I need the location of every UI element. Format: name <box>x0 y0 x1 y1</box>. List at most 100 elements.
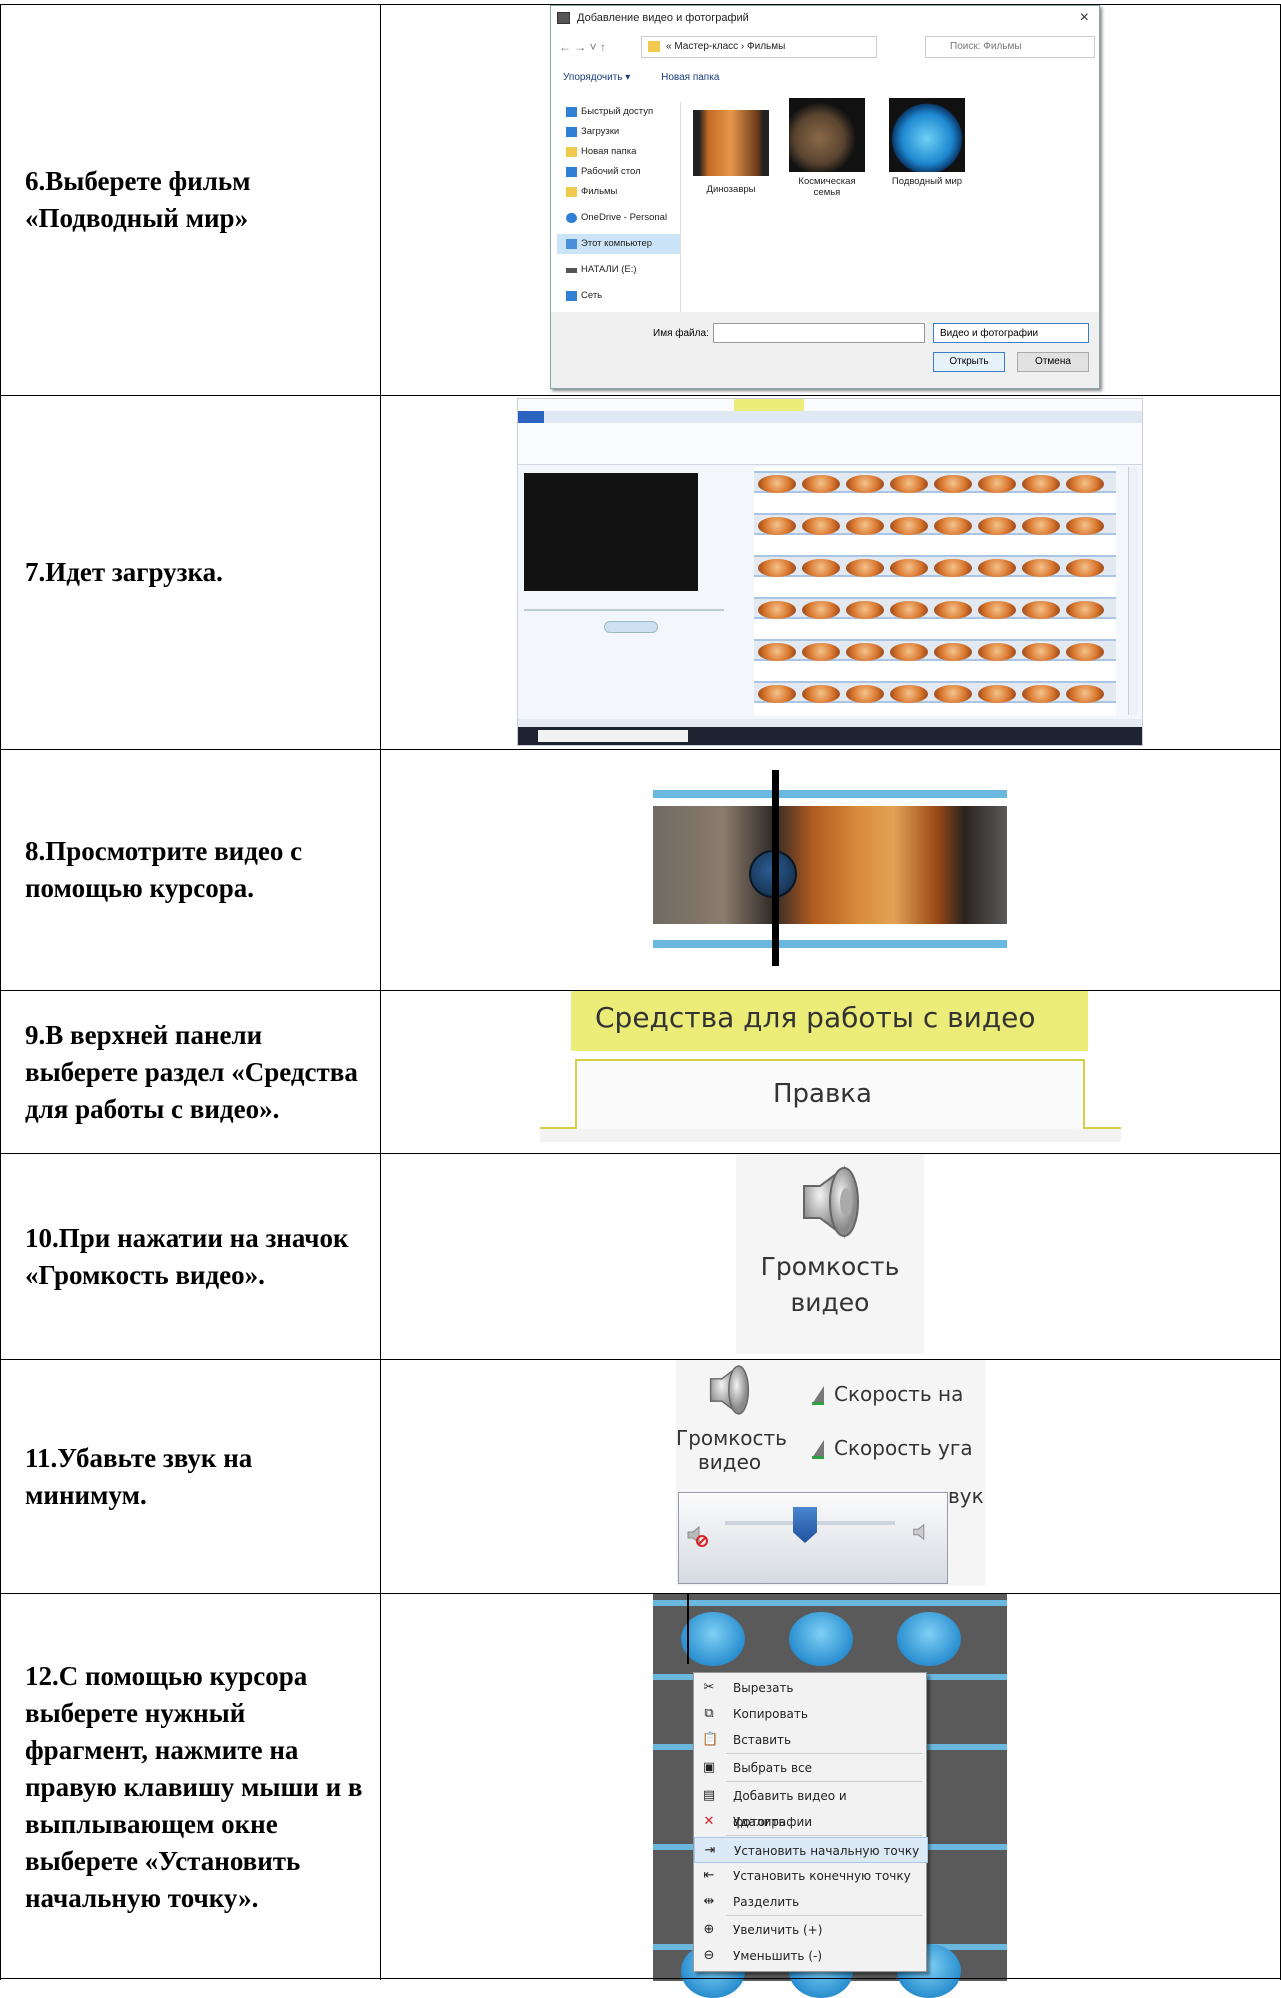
sidebar-item-films[interactable]: Фильмы <box>557 182 680 202</box>
clip-band <box>653 1600 1007 1606</box>
taskbar-search[interactable] <box>538 730 688 742</box>
sidebar-item-this-pc[interactable]: Этот компьютер <box>557 234 680 254</box>
set-start-icon: ⇥ <box>704 1843 716 1858</box>
step-text-cell: 11.Убавьте звук на минимум. <box>0 1360 381 1593</box>
video-thumbnail <box>889 98 965 172</box>
file-thumb-dinosaurs[interactable]: Динозавры <box>693 106 769 195</box>
organize-button[interactable]: Упорядочить ▾ <box>563 72 630 83</box>
step-text-cell: 6.Выберете фильм «Подводный мир» <box>0 5 381 395</box>
menu-item-set-start-point[interactable]: ⇥ Установить начальную точку <box>694 1837 928 1863</box>
menu-item-cut[interactable]: ✂ Вырезать <box>694 1675 928 1701</box>
menu-separator <box>726 1753 922 1754</box>
dialog-toolbar: Упорядочить ▾ Новая папка <box>563 72 747 83</box>
menu-separator <box>726 1835 922 1836</box>
storyboard <box>754 467 1116 715</box>
clip-strip[interactable] <box>754 471 1116 493</box>
video-thumbnail <box>789 98 865 172</box>
step-7-text: 7.Идет загрузка. <box>25 557 223 587</box>
step-9-text: 9.В верхней панели выберете раздел «Сред… <box>25 1019 358 1124</box>
search-input[interactable]: Поиск: Фильмы <box>925 36 1095 58</box>
ribbon-tabs <box>518 411 1142 423</box>
screenshot-cell: Громкость видео Скорость на Скорость уга… <box>381 1360 1281 1593</box>
filetype-select[interactable]: Видео и фотографии <box>933 323 1089 343</box>
filename-input[interactable] <box>713 323 925 343</box>
seek-bar[interactable] <box>524 609 724 611</box>
row-step-6: 6.Выберете фильм «Подводный мир» Добавле… <box>0 4 1281 395</box>
video-volume-button[interactable]: Громкость видео <box>736 1154 924 1354</box>
address-bar[interactable]: « Мастер-класс › Фильмы <box>641 36 877 58</box>
speed-fade-out-label[interactable]: Скорость уга <box>834 1436 973 1460</box>
menu-item-split[interactable]: ⇹ Разделить <box>694 1889 928 1915</box>
copy-icon: ⧉ <box>704 1706 714 1721</box>
partial-label: вук <box>948 1484 984 1508</box>
playback-controls[interactable] <box>604 621 658 633</box>
step-10-text: 10.При нажатии на значок «Громкость виде… <box>25 1222 349 1290</box>
video-preview <box>524 473 698 591</box>
folder-icon <box>648 41 660 52</box>
menu-separator <box>726 1781 922 1782</box>
clip-strip[interactable] <box>754 681 1116 703</box>
speed-fade-out-icon <box>812 1440 824 1459</box>
clip-frame <box>681 1612 745 1666</box>
step-11-text: 11.Убавьте звук на минимум. <box>25 1442 253 1510</box>
set-end-icon: ⇤ <box>703 1868 715 1883</box>
menu-separator <box>726 1915 922 1916</box>
clip-strip[interactable] <box>754 513 1116 535</box>
video-tools-tab[interactable] <box>734 399 804 411</box>
add-media-dialog: Добавление видео и фотографий × ← → ˅ ↑ … <box>550 5 1100 389</box>
menu-item-set-end-point[interactable]: ⇤ Установить конечную точку <box>694 1863 928 1889</box>
menu-item-select-all[interactable]: ▣ Выбрать все <box>694 1755 928 1781</box>
close-button[interactable]: × <box>1080 9 1089 27</box>
menu-item-add-media[interactable]: ▤ Добавить видео и фотографии <box>694 1783 928 1830</box>
video-tools-text: Средства для работы с видео <box>595 1001 1036 1034</box>
nav-arrows[interactable]: ← → ˅ ↑ <box>559 40 606 54</box>
download-icon <box>566 127 577 137</box>
step-text-cell: 12.С помощью курсора выберете нужный фра… <box>0 1594 381 1980</box>
add-media-icon: ▤ <box>702 1788 716 1803</box>
step-12-text: 12.С помощью курсора выберете нужный фра… <box>25 1660 363 1913</box>
open-button[interactable]: Открыть <box>933 352 1005 372</box>
screenshot-cell: Средства для работы с видео Правка <box>381 991 1281 1153</box>
paste-icon: 📋 <box>702 1732 719 1747</box>
sidebar-item-drive-e[interactable]: НАТАЛИ (E:) <box>557 260 680 280</box>
step-text-cell: 8.Просмотрите видео с помощью курсора. <box>0 750 381 990</box>
sidebar-item-desktop[interactable]: Рабочий стол <box>557 162 680 182</box>
cancel-button[interactable]: Отмена <box>1017 352 1089 372</box>
tab-edit[interactable]: Правка <box>575 1059 1085 1131</box>
dialog-title-bar: Добавление видео и фотографий × <box>551 6 1099 32</box>
file-tab[interactable] <box>518 411 544 423</box>
menu-item-delete[interactable]: ✕ Удалить <box>694 1809 928 1835</box>
vertical-scrollbar[interactable] <box>1128 467 1138 715</box>
speaker-icon[interactable] <box>698 1362 754 1418</box>
clip-strip[interactable] <box>754 639 1116 661</box>
video-clip-preview[interactable] <box>653 750 1007 966</box>
sidebar-item-network[interactable]: Сеть <box>557 286 680 306</box>
volume-label-line1: Громкость <box>760 1252 900 1281</box>
sidebar-item-downloads[interactable]: Загрузки <box>557 122 680 142</box>
desktop-icon <box>566 167 577 177</box>
menu-item-zoom-out[interactable]: ⊖ Уменьшить (-) <box>694 1943 928 1969</box>
sidebar-item-new-folder[interactable]: Новая папка <box>557 142 680 162</box>
playhead-line[interactable] <box>687 1594 689 1664</box>
video-tools-label[interactable]: Средства для работы с видео <box>571 991 1088 1051</box>
scissors-icon: ✂ <box>703 1680 715 1695</box>
file-thumb-underwater-world[interactable]: Подводный мир <box>889 98 965 187</box>
dialog-footer: Имя файла: Видео и фотографии Открыть От… <box>551 312 1099 388</box>
sidebar-item-onedrive[interactable]: OneDrive - Personal <box>557 208 680 228</box>
volume-slider-thumb[interactable] <box>793 1507 817 1543</box>
playhead-line[interactable] <box>772 770 779 966</box>
clip-strip[interactable] <box>754 597 1116 619</box>
file-thumb-space-family[interactable]: Космическая семья <box>789 98 865 198</box>
menu-item-zoom-in[interactable]: ⊕ Увеличить (+) <box>694 1917 928 1943</box>
screenshot-cell: Добавление видео и фотографий × ← → ˅ ↑ … <box>381 5 1281 395</box>
menu-item-copy[interactable]: ⧉ Копировать <box>694 1701 928 1727</box>
sidebar-item-quick-access[interactable]: Быстрый доступ <box>557 102 680 122</box>
delete-icon: ✕ <box>703 1814 715 1829</box>
clip-frame <box>789 1612 853 1666</box>
speed-fade-in-label[interactable]: Скорость на <box>834 1382 963 1406</box>
new-folder-button[interactable]: Новая папка <box>661 72 719 83</box>
volume-ribbon-group: Громкость видео Скорость на Скорость уга… <box>676 1360 985 1586</box>
mute-icon <box>687 1525 708 1547</box>
clip-strip[interactable] <box>754 555 1116 577</box>
menu-item-paste[interactable]: 📋 Вставить <box>694 1727 928 1753</box>
